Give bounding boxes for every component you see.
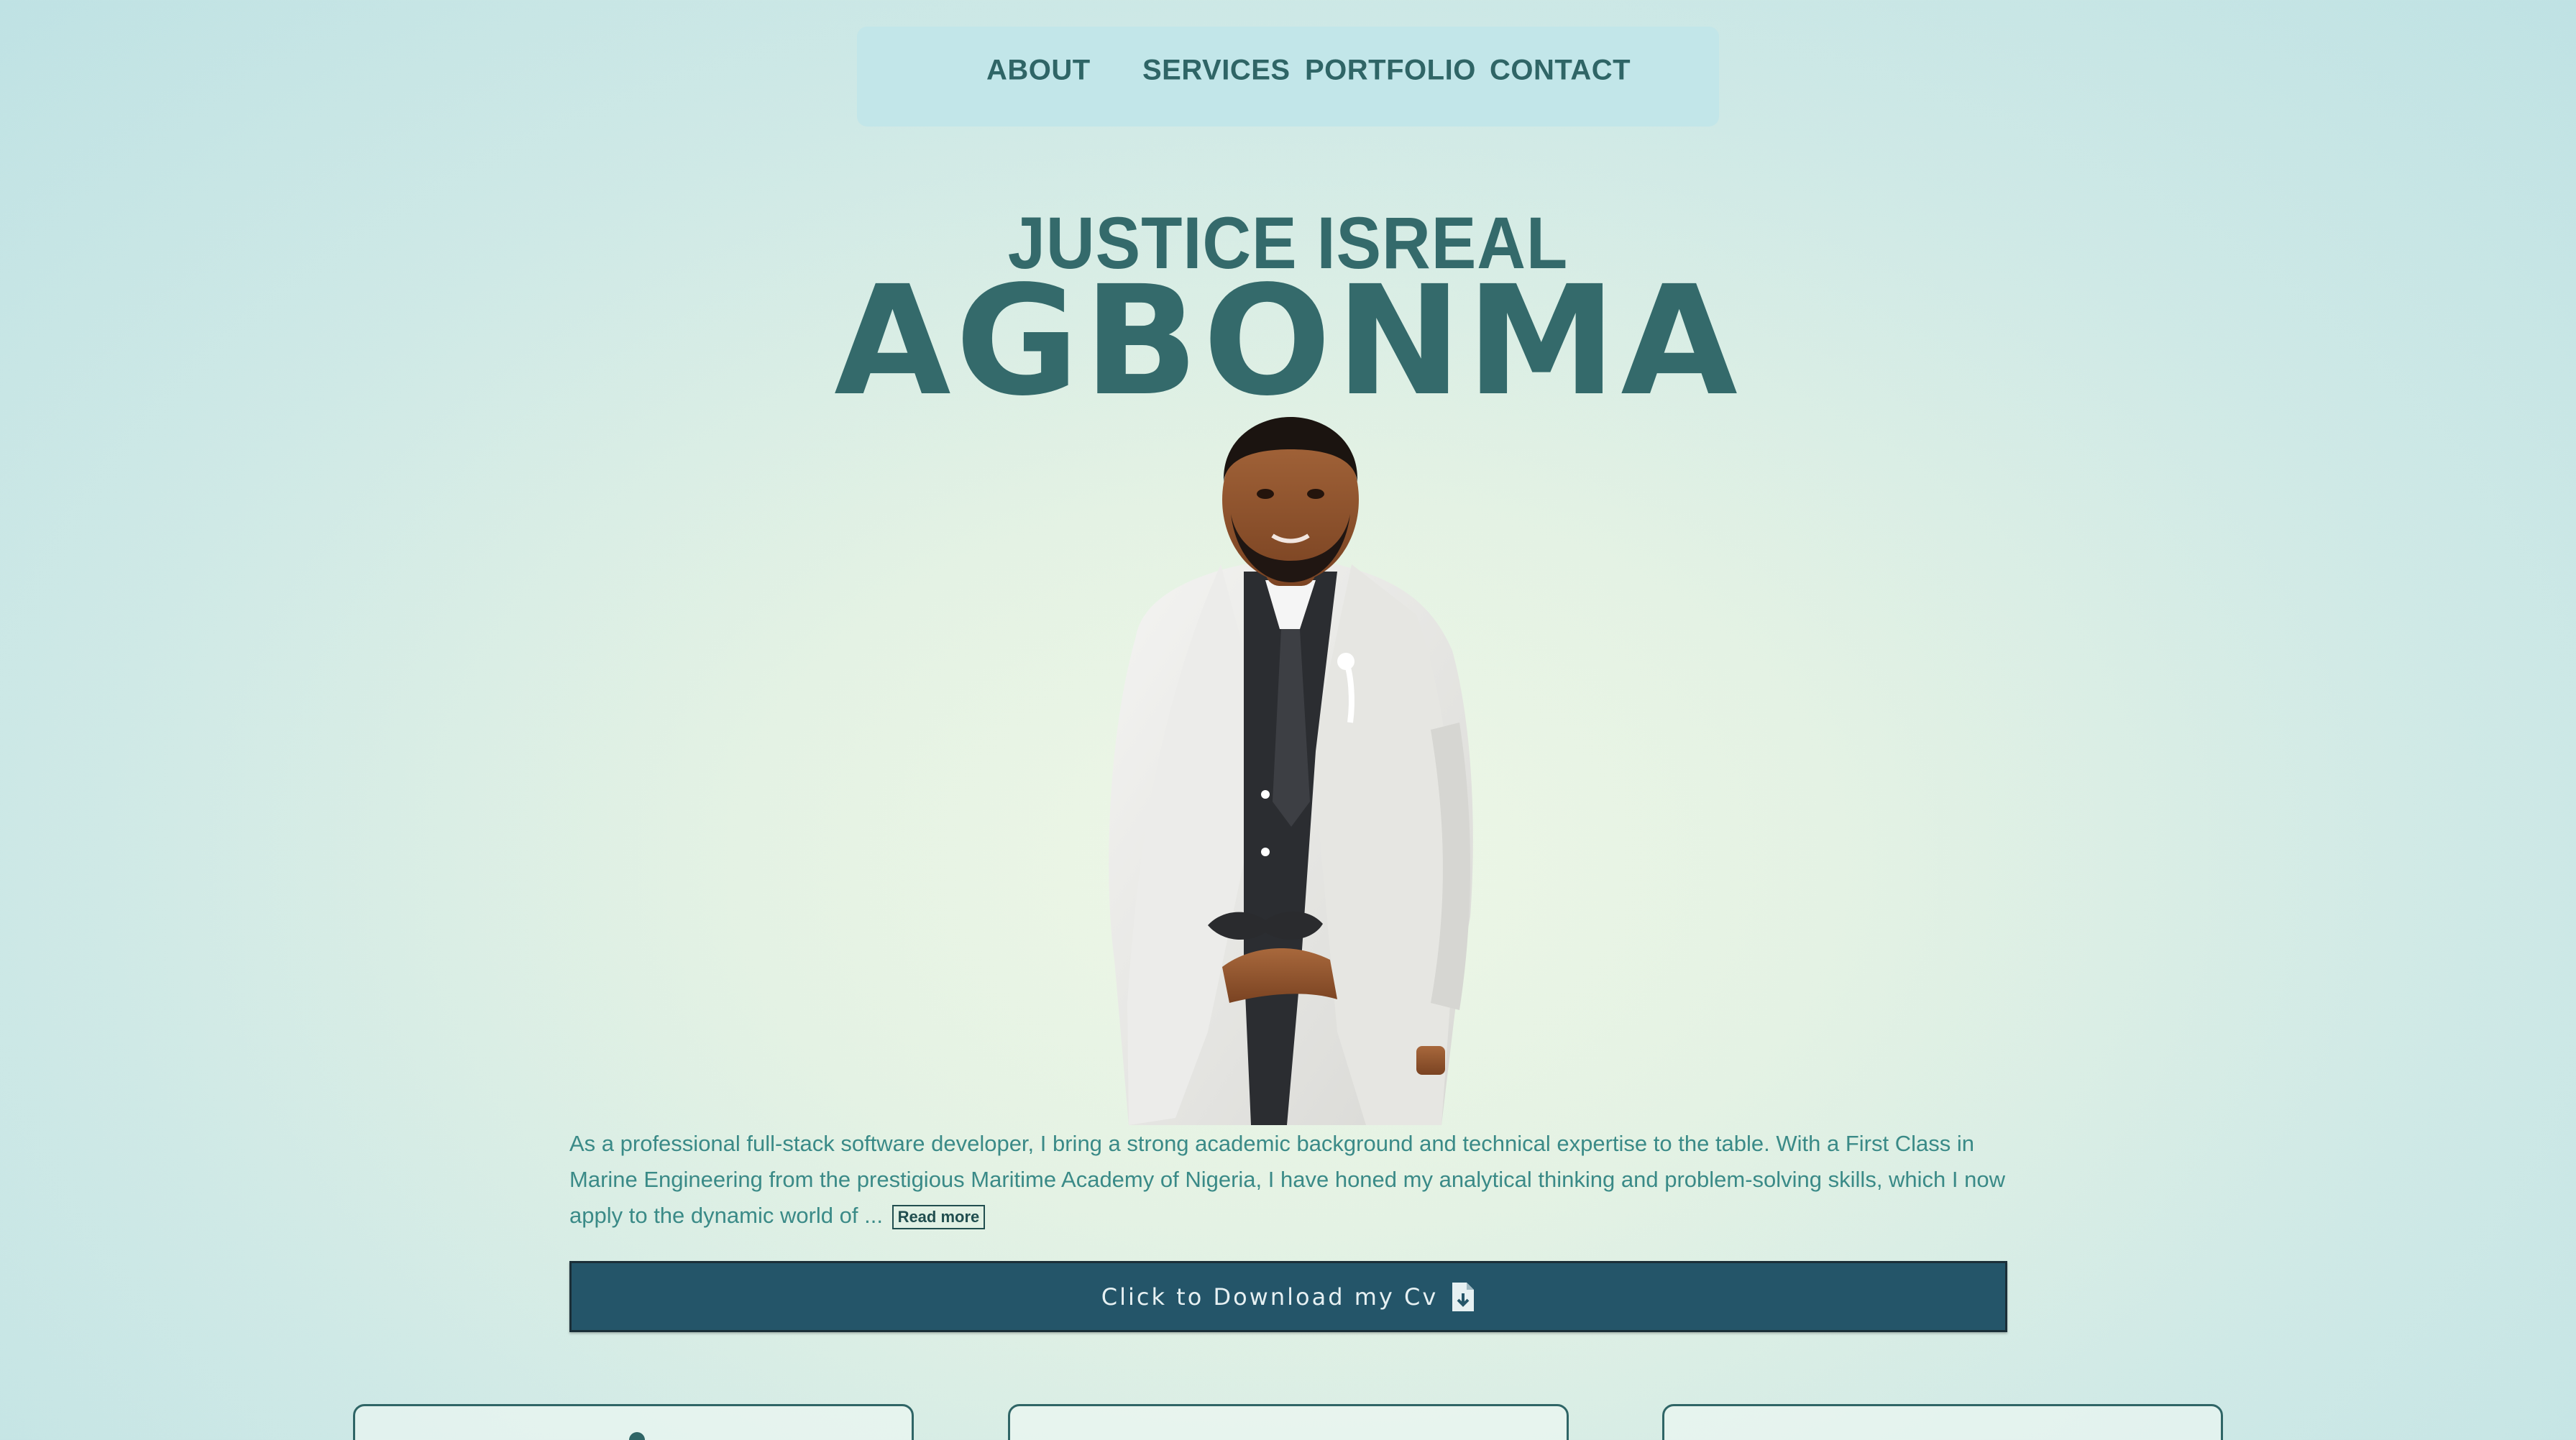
bio-paragraph: As a professional full-stack software de… [569,1126,2007,1234]
hero-last-name: AGBONMA [834,253,1742,429]
portrait-image [1109,417,1473,1125]
file-download-icon [1452,1282,1475,1311]
read-more-button[interactable]: Read more [891,1204,986,1229]
nav-contact-link[interactable]: CONTACT [1490,55,1631,87]
bio-text: As a professional full-stack software de… [569,1131,2006,1228]
service-card[interactable] [1662,1404,2223,1440]
nav-about-link[interactable]: ABOUT [986,55,1091,87]
nav-services-link[interactable]: SERVICES [1142,55,1291,87]
download-cv-label: Click to Download my Cv [1101,1283,1439,1311]
top-navigation: ABOUT SERVICES PORTFOLIO CONTACT [857,27,1719,127]
download-cv-button[interactable]: Click to Download my Cv [569,1261,2007,1332]
service-card[interactable] [1008,1404,1569,1440]
service-card[interactable] [353,1404,914,1440]
service-card-icon [629,1432,645,1440]
nav-portfolio-link[interactable]: PORTFOLIO [1305,55,1476,87]
